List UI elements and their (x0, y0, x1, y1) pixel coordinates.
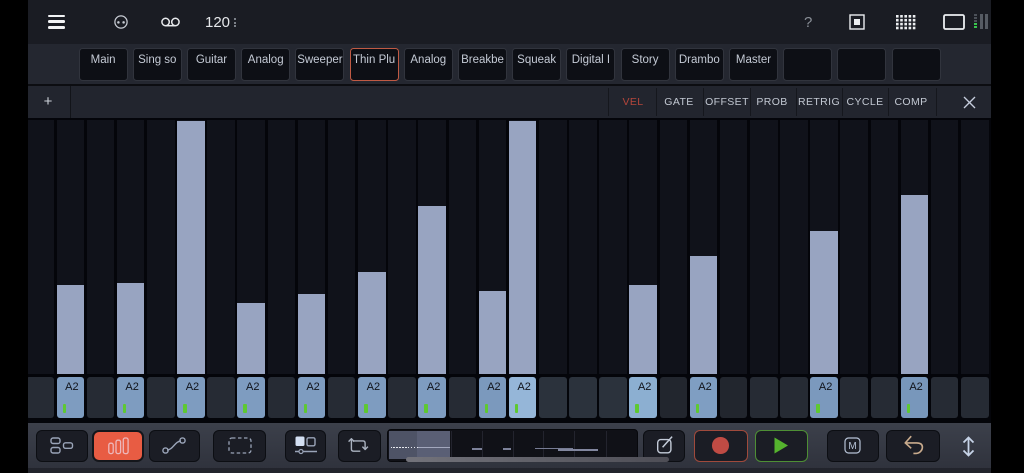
svg-text:M: M (848, 441, 856, 452)
